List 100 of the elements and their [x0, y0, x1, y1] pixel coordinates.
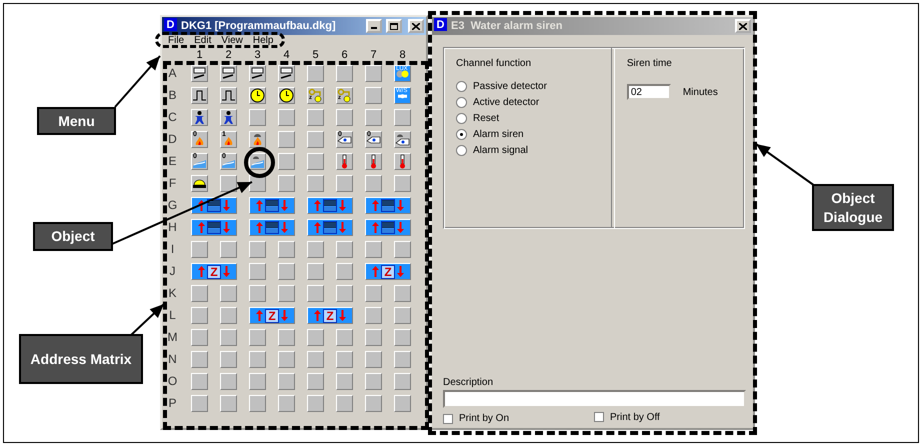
- row-letter: F: [168, 175, 178, 192]
- group-label: Siren time: [626, 58, 673, 69]
- app-icon: D: [164, 18, 177, 31]
- slats-icon: [207, 199, 221, 212]
- arrow: [129, 303, 165, 337]
- up-arrow-icon: [371, 221, 380, 234]
- row-letter: A: [167, 65, 178, 82]
- menu-item[interactable]: Help: [252, 35, 274, 47]
- blind-object[interactable]: [365, 219, 411, 236]
- blind-object[interactable]: [191, 219, 237, 236]
- down-arrow-icon: [338, 199, 347, 212]
- down-arrow-icon: [396, 199, 405, 212]
- down-arrow-icon: [338, 221, 347, 234]
- down-arrow-icon: [396, 221, 405, 234]
- row-letter: I: [170, 241, 176, 258]
- matrix-cell[interactable]: [249, 87, 266, 104]
- up-arrow-icon: [371, 199, 380, 212]
- window-title: DKG1 [Programmaufbau.dkg]: [181, 20, 337, 32]
- row-letter: C: [167, 109, 178, 126]
- person-icon: [192, 110, 207, 125]
- siren-time-field[interactable]: 02: [626, 84, 671, 100]
- blind-object[interactable]: [249, 219, 295, 236]
- radio-label: Passive detector: [473, 80, 547, 92]
- callout-label: Menu: [37, 107, 116, 135]
- checkbox[interactable]: [443, 414, 453, 424]
- app-icon: D: [434, 18, 447, 31]
- radio-button[interactable]: [456, 112, 467, 124]
- clock-icon: [279, 88, 294, 103]
- row-letter: O: [166, 373, 178, 390]
- row-letter: B: [167, 87, 178, 104]
- radio-label: Active detector: [473, 96, 540, 108]
- radio-button[interactable]: [456, 144, 467, 156]
- up-arrow-icon: [313, 221, 322, 234]
- siren-water-icon: [250, 154, 265, 169]
- up-arrow-icon: [255, 309, 264, 322]
- row-letter: N: [167, 351, 178, 368]
- matrix-cell[interactable]: [278, 87, 295, 104]
- column-number: 8: [398, 48, 407, 60]
- row-letter: D: [167, 131, 178, 148]
- slats-icon: [265, 199, 279, 212]
- blind-object[interactable]: [307, 197, 353, 214]
- radio-button[interactable]: [456, 80, 467, 92]
- callout-label: Object: [33, 222, 113, 251]
- central-object[interactable]: Z: [307, 307, 353, 324]
- up-arrow-icon: [197, 265, 206, 278]
- column-number: 6: [340, 48, 349, 60]
- blind-object[interactable]: [249, 197, 295, 214]
- up-arrow-icon: [255, 221, 264, 234]
- close-button[interactable]: [408, 19, 424, 33]
- checkbox[interactable]: [594, 412, 604, 422]
- up-arrow-icon: [197, 221, 206, 234]
- menu-item[interactable]: File: [168, 35, 184, 47]
- column-number: 3: [253, 48, 262, 60]
- column-number: 5: [311, 48, 320, 60]
- hand-icon: [337, 136, 352, 144]
- slats-icon: [323, 221, 337, 234]
- radio-label: Alarm signal: [473, 144, 528, 156]
- close-icon: [412, 22, 420, 30]
- menu-item[interactable]: View: [221, 35, 243, 47]
- maximize-button[interactable]: [386, 19, 402, 33]
- z-label: Z: [323, 308, 337, 322]
- menu-item[interactable]: Edit: [194, 35, 212, 47]
- blind-object[interactable]: [191, 197, 237, 214]
- down-arrow-icon: [280, 199, 289, 212]
- bulb-icon: [395, 70, 410, 78]
- radio-label: Alarm siren: [473, 128, 524, 140]
- z-label: Z: [381, 264, 395, 278]
- slats-icon: [381, 199, 395, 212]
- central-object[interactable]: Z: [249, 307, 295, 324]
- blind-object[interactable]: [365, 197, 411, 214]
- close-button[interactable]: [735, 19, 751, 33]
- person-icon: [221, 110, 236, 125]
- down-arrow-icon: [280, 309, 289, 322]
- window-title: E3 Water alarm siren: [451, 20, 564, 32]
- central-object[interactable]: Z: [365, 263, 411, 280]
- key-clock-icon: [337, 88, 352, 103]
- row-letter: J: [168, 263, 176, 280]
- slats-icon: [265, 221, 279, 234]
- up-arrow-icon: [255, 199, 264, 212]
- down-arrow-icon: [222, 199, 231, 212]
- description-field[interactable]: [443, 390, 746, 408]
- siren-hand-icon: [395, 134, 410, 146]
- pulse-icon: [192, 88, 207, 103]
- radio-button[interactable]: [456, 128, 467, 140]
- slats-icon: [207, 221, 221, 234]
- up-arrow-icon: [371, 265, 380, 278]
- radio-button[interactable]: [456, 96, 467, 108]
- hand-icon: [366, 136, 381, 144]
- up-arrow-icon: [313, 309, 322, 322]
- blind-object[interactable]: [307, 219, 353, 236]
- description-label: Description: [443, 377, 494, 388]
- central-object[interactable]: Z: [191, 263, 237, 280]
- arrow: [755, 143, 816, 187]
- down-arrow-icon: [280, 221, 289, 234]
- column-number: 2: [224, 48, 233, 60]
- slats-icon: [323, 199, 337, 212]
- push-button-icon: [397, 92, 408, 98]
- row-letter: L: [168, 307, 177, 324]
- minimize-button[interactable]: [366, 19, 382, 33]
- row-letter: E: [167, 153, 178, 170]
